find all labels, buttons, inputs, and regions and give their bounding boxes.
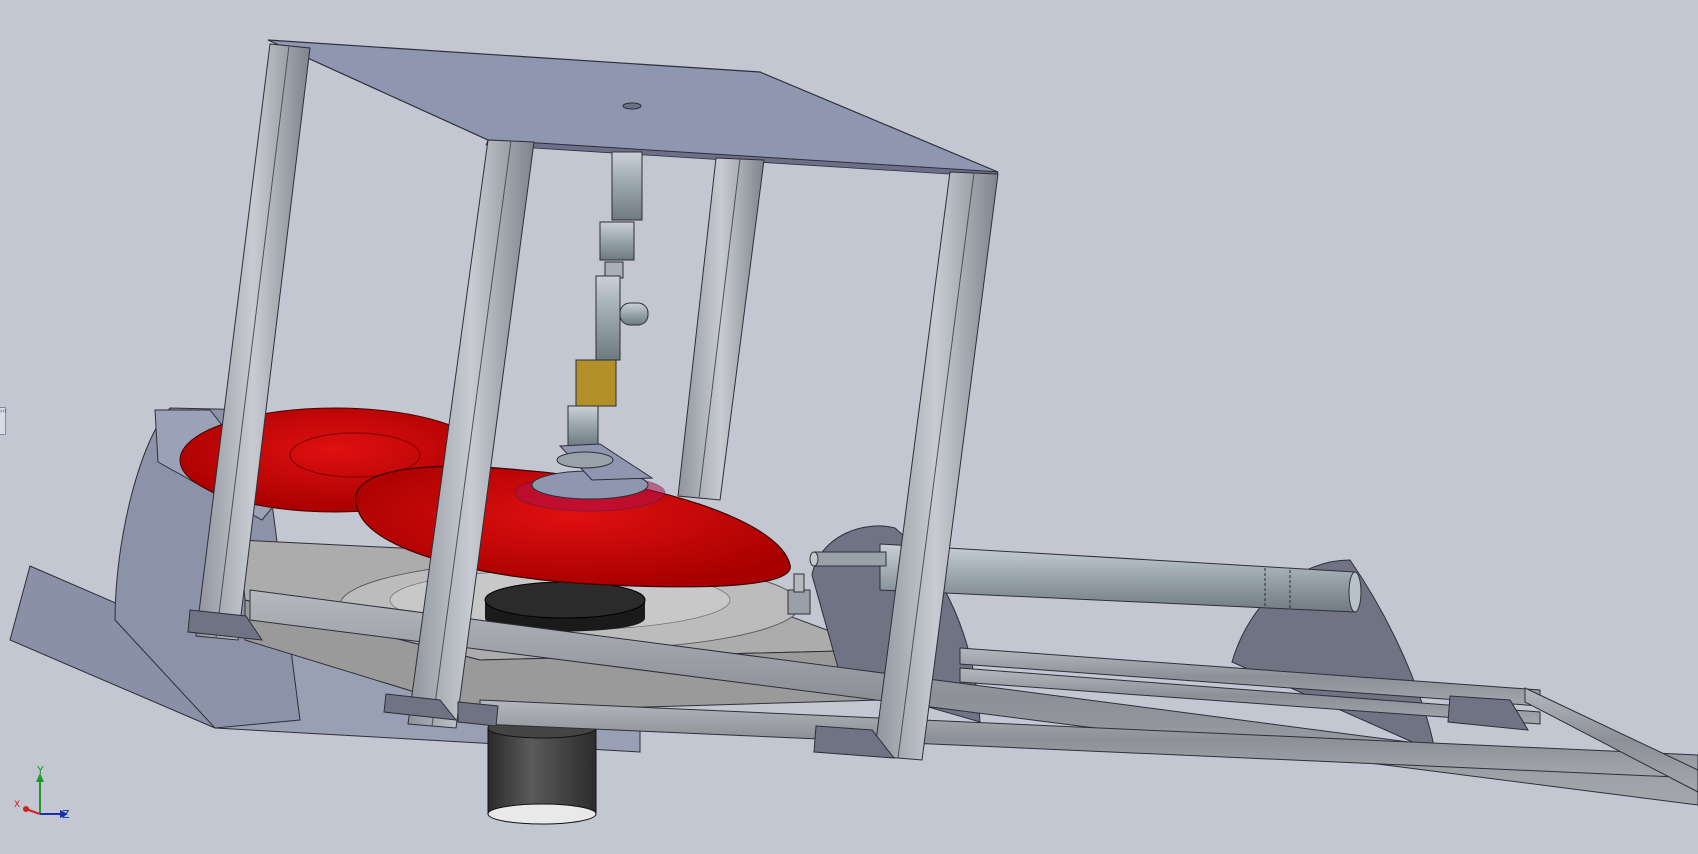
reference-triad: Y Z X: [12, 764, 72, 822]
vertical-extrusion-rear-right: [677, 157, 765, 501]
triad-x-label: X: [14, 800, 21, 810]
expand-arrows-icon: ‹‹‹: [0, 408, 7, 415]
small-fitting: [787, 573, 811, 615]
drive-motor: [487, 717, 597, 825]
collapsed-panel-handle[interactable]: ‹‹‹: [0, 407, 7, 435]
spindle-assembly: [556, 151, 654, 481]
triad-z-label: Z: [62, 808, 70, 821]
3d-model-viewport[interactable]: [0, 0, 1698, 854]
triad-y-label: Y: [37, 764, 44, 777]
